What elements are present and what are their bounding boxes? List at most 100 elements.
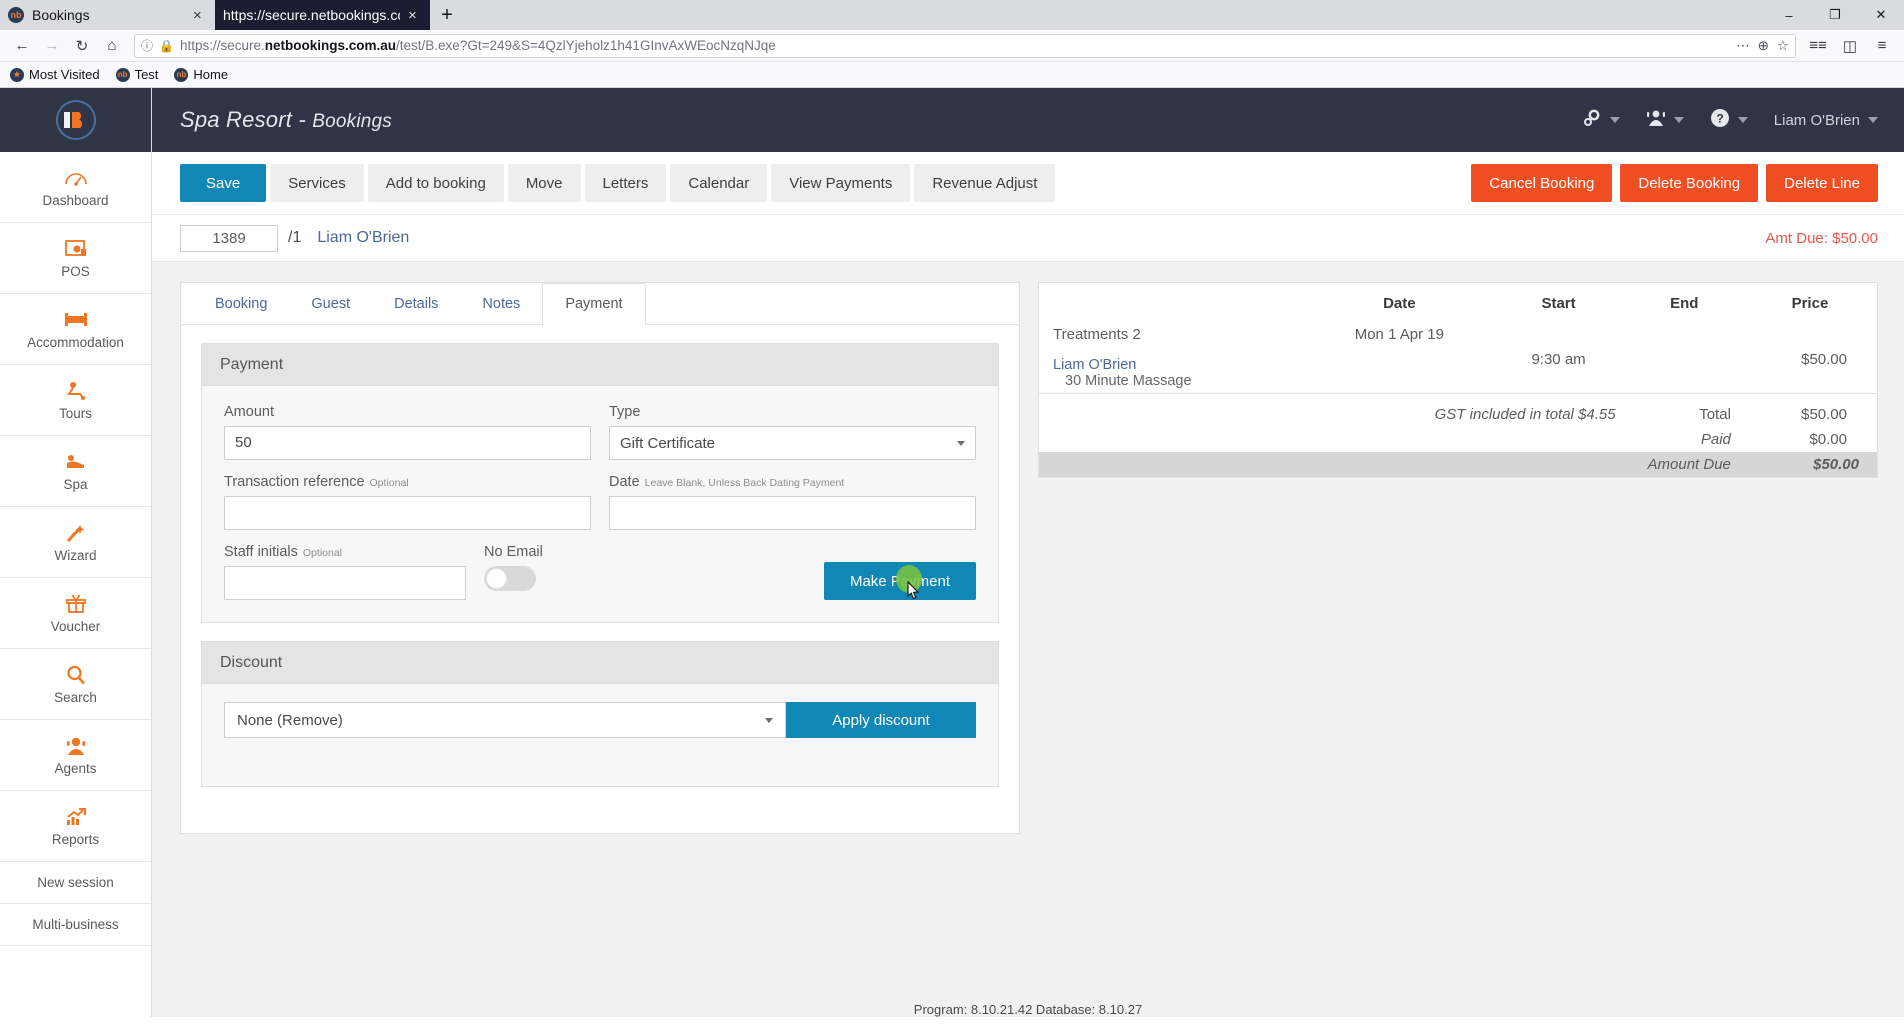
booking-id-bar: 1389 /1 Liam O'Brien Amt Due: $50.00: [152, 215, 1904, 262]
sidebar-icon[interactable]: ◫: [1836, 32, 1864, 60]
nb-icon: nb: [8, 7, 24, 23]
make-payment-button[interactable]: Make Payment: [823, 562, 976, 600]
site-info-icon[interactable]: ⓘ: [141, 37, 153, 54]
sidebar-item-multi-business[interactable]: Multi-business: [0, 904, 151, 946]
revenue-adjust-button[interactable]: Revenue Adjust: [914, 164, 1056, 202]
star-icon: ★: [10, 67, 24, 82]
tab-payment[interactable]: Payment: [542, 283, 646, 325]
url-bar[interactable]: ⓘ 🔒 https://secure.netbookings.com.au/te…: [134, 33, 1796, 58]
sidebar-item-wizard[interactable]: Wizard: [0, 507, 151, 578]
sidebar-item-tours[interactable]: Tours: [0, 365, 151, 436]
booking-guest-link[interactable]: Liam O'Brien: [317, 229, 409, 247]
maximize-icon[interactable]: ❐: [1812, 0, 1858, 30]
sidebar-item-accommodation[interactable]: Accommodation: [0, 294, 151, 365]
back-icon[interactable]: ←: [8, 32, 36, 60]
total-spacer: [1039, 402, 1307, 427]
total-label: Total: [1699, 406, 1731, 423]
sidebar-item-agents[interactable]: Agents: [0, 720, 151, 791]
payment-row-1: Amount 50 Type Gift Certificate: [224, 404, 976, 460]
move-button[interactable]: Move: [507, 164, 581, 202]
user-group-icon: [1646, 109, 1666, 131]
add-to-booking-button[interactable]: Add to booking: [367, 164, 504, 202]
app-logo[interactable]: [0, 88, 151, 152]
line-end: [1626, 347, 1743, 394]
bookmark-star-icon[interactable]: ☆: [1777, 38, 1789, 54]
library-icon[interactable]: ≡≡: [1804, 32, 1832, 60]
sidebar-item-label: Accommodation: [27, 334, 124, 350]
tab-guest[interactable]: Guest: [289, 283, 372, 324]
tab-booking[interactable]: Booking: [193, 283, 289, 324]
settings-menu[interactable]: [1582, 108, 1620, 132]
tab-details[interactable]: Details: [372, 283, 460, 324]
sidebar-item-reports[interactable]: Reports: [0, 791, 151, 862]
bookmark-most-visited[interactable]: ★ Most Visited: [10, 67, 100, 82]
user-menu[interactable]: Liam O'Brien: [1774, 112, 1878, 129]
type-label-text: Type: [609, 404, 641, 420]
staff-label: Staff initials Optional: [224, 544, 466, 560]
sidebar-item-spa[interactable]: Spa: [0, 436, 151, 507]
letters-button[interactable]: Letters: [584, 164, 667, 202]
reload-icon[interactable]: ↻: [68, 32, 96, 60]
tours-icon: [65, 380, 87, 402]
sidebar-item-search[interactable]: Search: [0, 649, 151, 720]
page-title: Spa Resort - Bookings: [180, 107, 392, 133]
help-menu[interactable]: ?: [1710, 108, 1748, 132]
due-label: Amount Due: [1625, 452, 1743, 477]
bookmark-test[interactable]: nb Test: [115, 67, 159, 82]
action-toolbar: Save Services Add to booking Move Letter…: [152, 152, 1904, 215]
group-price: [1743, 322, 1877, 347]
browser-tab-netbookings[interactable]: https://secure.netbookings.com.au ×: [215, 0, 430, 30]
sidebar-item-pos[interactable]: POS: [0, 223, 151, 294]
group-name[interactable]: Treatments 2: [1039, 322, 1307, 347]
window-controls: – ❐ ✕: [1766, 0, 1904, 30]
nb-icon: nb: [115, 67, 130, 82]
app-menu-icon[interactable]: ≡: [1868, 32, 1896, 60]
chevron-down-icon: [1609, 117, 1620, 123]
close-window-icon[interactable]: ✕: [1858, 0, 1904, 30]
tab-notes[interactable]: Notes: [460, 283, 542, 324]
table-row: Liam O'Brien 30 Minute Massage 9:30 am $…: [1039, 347, 1877, 394]
home-icon[interactable]: ⌂: [98, 32, 126, 60]
payment-type-select[interactable]: Gift Certificate: [609, 426, 976, 460]
sidebar-item-label: New session: [37, 875, 114, 890]
services-button[interactable]: Services: [270, 164, 364, 202]
close-icon[interactable]: ×: [408, 8, 422, 23]
booking-id-input[interactable]: 1389: [180, 224, 278, 252]
amount-due-badge: Amt Due: $50.00: [1765, 229, 1878, 247]
bookmark-label: Test: [134, 67, 159, 82]
apply-discount-button[interactable]: Apply discount: [786, 702, 976, 738]
sidebar-item-label: Reports: [51, 831, 100, 847]
delete-booking-button[interactable]: Delete Booking: [1620, 164, 1759, 202]
transaction-reference-input[interactable]: [224, 496, 591, 530]
line-service-name: 30 Minute Massage: [1065, 373, 1192, 389]
view-payments-button[interactable]: View Payments: [771, 164, 911, 202]
save-button[interactable]: Save: [180, 164, 267, 202]
detail-tabs: Booking Guest Details Notes Payment: [181, 283, 1019, 325]
sidebar-item-dashboard[interactable]: Dashboard: [0, 152, 151, 223]
sidebar-item-voucher[interactable]: Voucher: [0, 578, 151, 649]
col-end: End: [1670, 295, 1699, 312]
section-name: Bookings: [312, 111, 392, 132]
bookmark-home[interactable]: nb Home: [174, 67, 228, 82]
line-guest-cell: Liam O'Brien 30 Minute Massage: [1039, 347, 1307, 394]
discount-select[interactable]: None (Remove): [224, 702, 786, 738]
browser-tab-bookings[interactable]: nb Bookings ×: [0, 0, 215, 30]
close-icon[interactable]: ×: [193, 8, 207, 23]
amount-input[interactable]: 50: [224, 426, 591, 460]
url-actions: ⋯ ⊕ ☆: [1736, 38, 1789, 54]
transaction-hint: Optional: [369, 477, 409, 489]
delete-line-button[interactable]: Delete Line: [1766, 164, 1878, 202]
page-actions-icon[interactable]: ⋯: [1736, 38, 1750, 54]
calendar-button[interactable]: Calendar: [670, 164, 768, 202]
line-guest-name[interactable]: Liam O'Brien: [1039, 357, 1307, 373]
new-tab-button[interactable]: +: [430, 0, 464, 30]
minimize-icon[interactable]: –: [1766, 0, 1812, 30]
no-email-toggle[interactable]: [484, 566, 536, 591]
forward-icon[interactable]: →: [38, 32, 66, 60]
pocket-icon[interactable]: ⊕: [1758, 38, 1769, 54]
staff-initials-input[interactable]: [224, 566, 466, 600]
payment-date-input[interactable]: [609, 496, 976, 530]
user-switch-menu[interactable]: [1646, 109, 1684, 131]
sidebar-item-new-session[interactable]: New session: [0, 862, 151, 904]
cancel-booking-button[interactable]: Cancel Booking: [1471, 164, 1613, 202]
